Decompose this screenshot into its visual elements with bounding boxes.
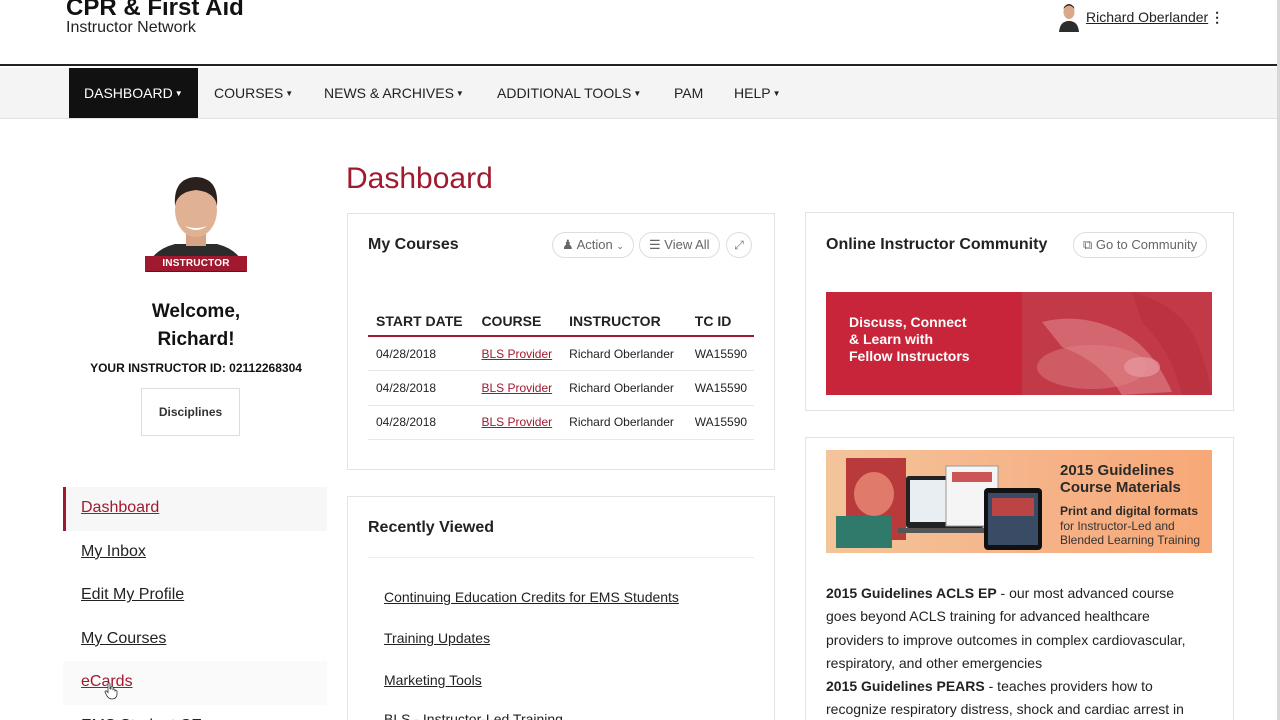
- nav-additional-tools[interactable]: ADDITIONAL TOOLS ▼: [482, 68, 656, 118]
- view-all-button[interactable]: ☰ View All: [639, 232, 720, 258]
- community-title: Online Instructor Community: [826, 236, 1048, 253]
- main-nav: DASHBOARD ▼ COURSES ▼ NEWS & ARCHIVES ▼ ADD…: [0, 68, 1277, 119]
- courses-table: START DATE COURSE INSTRUCTOR TC ID 04/28…: [368, 306, 754, 440]
- cell-course: BLS Provider: [473, 405, 562, 440]
- side-nav: Dashboard My Inbox Edit My Profile My Co…: [63, 487, 327, 720]
- course-link[interactable]: BLS Provider: [481, 347, 552, 361]
- go-to-community-label: Go to Community: [1095, 237, 1198, 252]
- chevron-down-icon: ⌄: [616, 241, 624, 251]
- view-all-label: View All: [664, 237, 710, 252]
- instructor-id: YOUR INSTRUCTOR ID: 02112268304: [90, 361, 302, 375]
- caret-down-icon: ▼: [772, 89, 781, 99]
- cell-course: BLS Provider: [473, 336, 562, 371]
- action-button-label: Action: [576, 237, 613, 252]
- welcome-line1: Welcome,: [151, 301, 241, 322]
- pears-description: 2015 Guidelines PEARS - teaches provider…: [826, 675, 1196, 720]
- side-item-ecards[interactable]: eCards: [63, 661, 327, 705]
- recently-viewed-title: Recently Viewed: [368, 519, 494, 536]
- cell-start-date: 04/28/2018: [368, 336, 474, 371]
- side-item-my-courses[interactable]: My Courses: [63, 618, 327, 662]
- nav-dashboard[interactable]: DASHBOARD ▼: [69, 68, 198, 118]
- cell-tc-id: WA15590: [686, 370, 754, 406]
- cell-tc-id: WA15590: [686, 405, 754, 440]
- kebab-icon[interactable]: ⋮: [1210, 10, 1224, 24]
- nav-tools-label: ADDITIONAL TOOLS: [497, 85, 632, 101]
- community-banner[interactable]: Discuss, Connect & Learn with Fellow Ins…: [826, 292, 1212, 395]
- guidelines-banner[interactable]: 2015 Guidelines Course Materials Print a…: [826, 450, 1212, 553]
- side-item-dashboard[interactable]: Dashboard: [63, 487, 327, 531]
- nav-pam[interactable]: PAM: [659, 68, 718, 118]
- recent-link[interactable]: Training Updates: [384, 630, 490, 646]
- recent-link[interactable]: Marketing Tools: [384, 672, 482, 688]
- external-link-icon: ⧉: [1083, 237, 1093, 252]
- user-icon: ♟: [562, 237, 574, 252]
- guidelines-banner-title: 2015 Guidelines Course Materials: [1060, 462, 1210, 496]
- divider: [368, 557, 754, 558]
- nav-pam-label: PAM: [674, 85, 704, 101]
- nav-help[interactable]: HELP ▼: [719, 68, 796, 118]
- nav-help-label: HELP: [734, 85, 771, 101]
- table-header-row: START DATE COURSE INSTRUCTOR TC ID: [368, 306, 754, 337]
- cell-start-date: 04/28/2018: [368, 405, 474, 440]
- side-item-ems-student-ce[interactable]: EMS Student CE: [63, 705, 327, 720]
- acls-title: 2015 Guidelines ACLS EP: [826, 585, 997, 601]
- go-to-community-button[interactable]: ⧉ Go to Community: [1073, 232, 1208, 258]
- table-row: 04/28/2018 BLS Provider Richard Oberland…: [368, 370, 754, 406]
- col-course[interactable]: COURSE: [473, 306, 562, 337]
- nav-news-archives[interactable]: NEWS & ARCHIVES ▼: [309, 68, 479, 118]
- banner-line: Fellow Instructors: [849, 348, 970, 364]
- nav-news-label: NEWS & ARCHIVES: [324, 85, 454, 101]
- course-link[interactable]: BLS Provider: [481, 415, 552, 429]
- user-menu[interactable]: Richard Oberlander ⋮: [1058, 2, 1224, 32]
- col-start-date[interactable]: START DATE: [368, 306, 474, 337]
- caret-down-icon: ▼: [455, 89, 464, 99]
- user-avatar-icon[interactable]: [1058, 2, 1080, 32]
- table-row: 04/28/2018 BLS Provider Richard Oberland…: [368, 336, 754, 371]
- cell-tc-id: WA15590: [686, 336, 754, 371]
- col-tc-id[interactable]: TC ID: [686, 306, 754, 337]
- col-instructor[interactable]: INSTRUCTOR: [561, 306, 687, 337]
- nav-courses[interactable]: COURSES ▼: [199, 68, 308, 118]
- pears-title: 2015 Guidelines PEARS: [826, 678, 985, 694]
- side-item-my-inbox[interactable]: My Inbox: [63, 531, 327, 575]
- instructor-badge: INSTRUCTOR: [145, 256, 247, 271]
- cell-instructor: Richard Oberlander: [561, 405, 687, 440]
- expand-icon[interactable]: ⤢: [726, 232, 752, 258]
- cell-course: BLS Provider: [473, 370, 562, 406]
- brand-subtitle: Instructor Network: [66, 19, 196, 36]
- acls-description: 2015 Guidelines ACLS EP - our most advan…: [826, 582, 1196, 675]
- user-name-link[interactable]: Richard Oberlander: [1086, 9, 1208, 25]
- disciplines-button[interactable]: Disciplines: [141, 388, 240, 436]
- action-button[interactable]: ♟ Action ⌄: [552, 232, 634, 258]
- recent-link[interactable]: Continuing Education Credits for EMS Stu…: [384, 589, 679, 605]
- community-banner-text: Discuss, Connect & Learn with Fellow Ins…: [849, 314, 1029, 365]
- course-link[interactable]: BLS Provider: [481, 381, 552, 395]
- guidelines-banner-sub2: for Instructor-Led and Blended Learning …: [1060, 519, 1201, 547]
- nav-courses-label: COURSES: [214, 85, 284, 101]
- site-header: CPR & First Aid Instructor Network Richa…: [0, 0, 1280, 66]
- banner-line: & Learn with: [849, 331, 934, 347]
- cpr-photo: [1022, 292, 1212, 395]
- caret-down-icon: ▼: [174, 89, 183, 99]
- caret-down-icon: ▼: [285, 89, 294, 99]
- my-courses-title: My Courses: [368, 236, 459, 253]
- banner-line: Discuss, Connect: [849, 314, 967, 330]
- recent-link[interactable]: BLS - Instructor-Led Training: [384, 711, 563, 720]
- guidelines-banner-sub1: Print and digital formats: [1060, 504, 1199, 518]
- list-icon: ☰: [649, 237, 661, 252]
- banner-title-line: Course Materials: [1060, 479, 1181, 496]
- banner-title-line: 2015 Guidelines: [1060, 462, 1175, 479]
- side-item-edit-profile[interactable]: Edit My Profile: [63, 574, 327, 618]
- caret-down-icon: ▼: [633, 89, 642, 99]
- table-row: 04/28/2018 BLS Provider Richard Oberland…: [368, 405, 754, 440]
- cell-start-date: 04/28/2018: [368, 370, 474, 406]
- nav-dashboard-label: DASHBOARD: [84, 85, 173, 101]
- page-title: Dashboard: [346, 162, 493, 195]
- cell-instructor: Richard Oberlander: [561, 370, 687, 406]
- cursor-icon: [104, 682, 118, 700]
- cell-instructor: Richard Oberlander: [561, 336, 687, 371]
- course-materials-image: [836, 458, 1042, 550]
- welcome-line2: Richard!: [157, 329, 235, 350]
- welcome-message: Welcome, Richard!: [96, 298, 296, 354]
